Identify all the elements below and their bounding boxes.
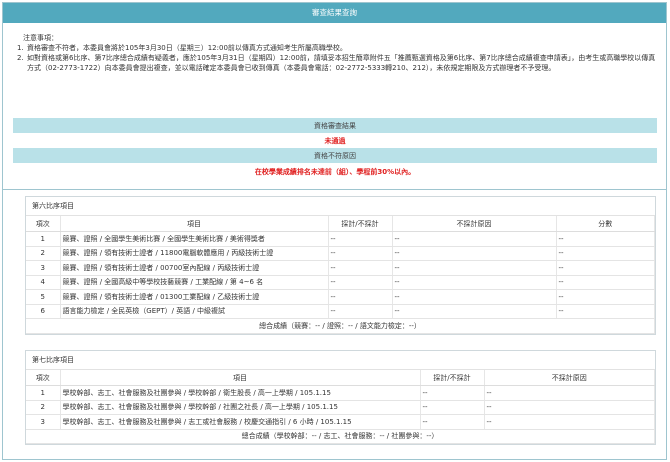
cell-index: 2 xyxy=(26,400,61,415)
cell-score: -- xyxy=(556,231,655,247)
notes-item-text: 如對資格或第6比序、第7比序總合成績有疑義者，應於105年3月31日（星期四）1… xyxy=(27,54,656,72)
cell-adopted: -- xyxy=(328,275,393,290)
column-header-reason: 不採計原因 xyxy=(484,370,655,386)
section7-total: 總合成績（學校幹部：-- / 志工、社會服務：-- / 社團參與：--） xyxy=(26,429,655,444)
cell-item: 競賽、證照 / 領有技術士證者 / 01300工業配線 / 乙級技術士證 xyxy=(60,289,329,305)
cell-index: 4 xyxy=(26,275,61,290)
reason-label: 資格不符原因 xyxy=(13,148,657,163)
cell-reason: -- xyxy=(392,246,557,261)
notes-item-text: 資格審查不符者，本委員會將於105年3月30日（星期三）12:00前以傳真方式通… xyxy=(27,44,347,52)
section7-title: 第七比序項目 xyxy=(26,351,655,370)
qualification-value: 未通過 xyxy=(13,133,657,148)
section7-box: 第七比序項目 項次 項目 採計/不採計 不採計原因 1 學校幹部、志工、社會服務及… xyxy=(25,350,656,445)
cell-score: -- xyxy=(556,275,655,290)
section6-total: 總合成績（競賽：-- / 證照：-- / 語文能力檢定：--） xyxy=(26,318,655,334)
section6-title: 第六比序項目 xyxy=(26,197,655,216)
cell-reason: -- xyxy=(392,260,557,276)
cell-index: 5 xyxy=(26,289,61,305)
cell-item: 競賽、證照 / 領有技術士證者 / 00700室內配線 / 丙級技術士證 xyxy=(60,260,329,276)
notes-item-number: 1. xyxy=(17,44,24,52)
result-panel: 審查結果查詢 注意事項： 1. 資格審查不符者，本委員會將於105年3月30日（… xyxy=(2,2,667,460)
table-row: 1 學校幹部、志工、社會服務及社團參與 / 學校幹部 / 衛生股長 / 高一上學期… xyxy=(26,385,655,401)
cell-item: 學校幹部、志工、社會服務及社團參與 / 學校幹部 / 衛生股長 / 高一上學期 … xyxy=(60,385,421,401)
notes-title: 注意事項： xyxy=(23,34,58,42)
table-row: 2 學校幹部、志工、社會服務及社團參與 / 學校幹部 / 社團之社長 / 高一上學… xyxy=(26,400,655,415)
cell-item: 語言能力檢定 / 全民英檢（GEPT）/ 英語 / 中級複試 xyxy=(60,304,329,319)
cell-adopted: -- xyxy=(328,260,393,276)
reason-value: 在校學業成績排名未達前（組）、學程前30%以內。 xyxy=(13,163,657,181)
cell-reason: -- xyxy=(392,304,557,319)
cell-index: 6 xyxy=(26,304,61,319)
notes-section: 注意事項： 1. 資格審查不符者，本委員會將於105年3月30日（星期三）12:… xyxy=(17,33,657,73)
cell-adopted: -- xyxy=(328,289,393,305)
column-header-reason: 不採計原因 xyxy=(392,216,557,232)
table-row: 3 競賽、證照 / 領有技術士證者 / 00700室內配線 / 丙級技術士證 -- -… xyxy=(26,260,655,276)
cell-index: 1 xyxy=(26,385,61,401)
cell-adopted: -- xyxy=(328,231,393,247)
cell-index: 3 xyxy=(26,260,61,276)
section6-box: 第六比序項目 項次 項目 採計/不採計 不採計原因 分數 1 競賽、證照 / 全國… xyxy=(25,196,656,335)
cell-item: 競賽、證照 / 領有技術士證者 / 11800電腦軟體應用 / 丙級技術士證 xyxy=(60,246,329,261)
notes-item: 2. 如對資格或第6比序、第7比序總合成績有疑義者，應於105年3月31日（星期… xyxy=(17,53,657,73)
cell-reason: -- xyxy=(484,385,655,401)
cell-score: -- xyxy=(556,289,655,305)
panel-header: 審查結果查詢 xyxy=(3,3,666,23)
cell-item: 競賽、證照 / 全國學生美術比賽 / 全國學生美術比賽 / 美術得獎者 xyxy=(60,231,329,247)
column-header-index: 項次 xyxy=(26,216,61,232)
column-header-item: 項目 xyxy=(60,216,329,232)
cell-adopted: -- xyxy=(420,414,485,430)
column-header-item: 項目 xyxy=(60,370,421,386)
cell-index: 2 xyxy=(26,246,61,261)
cell-item: 競賽、證照 / 全國高級中等學校技藝競賽 / 工業配線 / 第 4~6 名 xyxy=(60,275,329,290)
table-row: 4 競賽、證照 / 全國高級中等學校技藝競賽 / 工業配線 / 第 4~6 名 --… xyxy=(26,275,655,290)
notes-list: 1. 資格審查不符者，本委員會將於105年3月30日（星期三）12:00前以傳真… xyxy=(17,43,657,73)
cell-reason: -- xyxy=(484,400,655,415)
column-header-index: 項次 xyxy=(26,370,61,386)
cell-reason: -- xyxy=(484,414,655,430)
column-header-adopted: 採計/不採計 xyxy=(328,216,393,232)
cell-adopted: -- xyxy=(328,246,393,261)
section6-table: 項次 項目 採計/不採計 不採計原因 分數 1 競賽、證照 / 全國學生美術比賽 … xyxy=(26,216,655,334)
cell-index: 3 xyxy=(26,414,61,430)
qualification-result-table: 資格審查結果 未通過 資格不符原因 在校學業成績排名未達前（組）、學程前30%以… xyxy=(13,118,657,181)
cell-item: 學校幹部、志工、社會服務及社團參與 / 志工或社會服務 / 校慶交通指引 / 6… xyxy=(60,414,421,430)
table-row: 3 學校幹部、志工、社會服務及社團參與 / 志工或社會服務 / 校慶交通指引 / … xyxy=(26,414,655,430)
qualification-label: 資格審查結果 xyxy=(13,118,657,133)
table-row: 2 競賽、證照 / 領有技術士證者 / 11800電腦軟體應用 / 丙級技術士證 -… xyxy=(26,246,655,261)
cell-item: 學校幹部、志工、社會服務及社團參與 / 學校幹部 / 社團之社長 / 高一上學期… xyxy=(60,400,421,415)
section7-table: 項次 項目 採計/不採計 不採計原因 1 學校幹部、志工、社會服務及社團參與 / … xyxy=(26,370,655,444)
cell-adopted: -- xyxy=(420,385,485,401)
section-divider xyxy=(3,189,666,190)
table-row: 1 競賽、證照 / 全國學生美術比賽 / 全國學生美術比賽 / 美術得獎者 -- --… xyxy=(26,231,655,247)
cell-score: -- xyxy=(556,304,655,319)
cell-adopted: -- xyxy=(328,304,393,319)
cell-reason: -- xyxy=(392,231,557,247)
notes-item: 1. 資格審查不符者，本委員會將於105年3月30日（星期三）12:00前以傳真… xyxy=(17,43,657,53)
table-row: 6 語言能力檢定 / 全民英檢（GEPT）/ 英語 / 中級複試 -- -- -- xyxy=(26,304,655,319)
cell-adopted: -- xyxy=(420,400,485,415)
notes-item-number: 2. xyxy=(17,54,24,62)
table-row: 5 競賽、證照 / 領有技術士證者 / 01300工業配線 / 乙級技術士證 -- -… xyxy=(26,289,655,305)
column-header-score: 分數 xyxy=(556,216,655,232)
cell-score: -- xyxy=(556,246,655,261)
cell-reason: -- xyxy=(392,275,557,290)
cell-reason: -- xyxy=(392,289,557,305)
cell-index: 1 xyxy=(26,231,61,247)
cell-score: -- xyxy=(556,260,655,276)
column-header-adopted: 採計/不採計 xyxy=(420,370,485,386)
